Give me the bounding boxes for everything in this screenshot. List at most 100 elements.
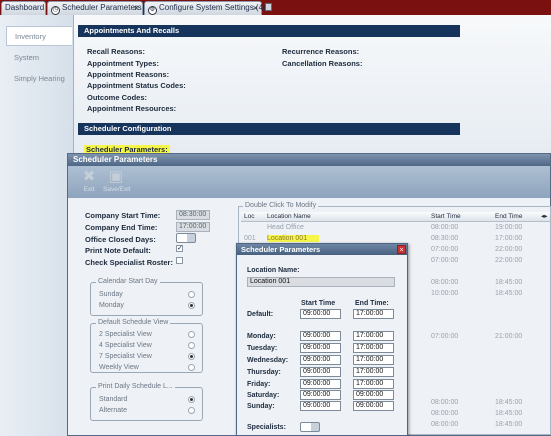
cell-start-time: 07:00:00 — [431, 333, 459, 340]
sidebar-item-label: Simply Hearing — [14, 74, 65, 83]
cell-location-name: Location 001 — [267, 235, 319, 242]
friday-start-input[interactable]: 09:00:00 — [300, 379, 341, 389]
monday-start-input[interactable]: 09:00:00 — [300, 331, 341, 341]
column-header-location-name[interactable]: Location Name — [267, 212, 311, 222]
appointment-status-codes-link[interactable]: Appointment Status Codes: — [87, 81, 186, 90]
sunday-radio[interactable] — [188, 291, 195, 298]
cell-end-time: 21:00:00 — [495, 333, 523, 340]
exit-icon: ✖ — [82, 168, 96, 185]
column-header-loc[interactable]: Loc — [244, 212, 254, 222]
check-roster-checkbox[interactable] — [176, 257, 183, 264]
default-label: Default: — [247, 311, 274, 318]
option-label: Standard — [99, 396, 128, 403]
toolbar: ✖ Exit ▣ Save/Exit — [68, 166, 550, 198]
monday-end-input[interactable]: 17:00:00 — [353, 331, 394, 341]
settings-panel: Appointments And Recalls Recall Reasons:… — [74, 15, 551, 155]
thursday-start-input[interactable]: 09:00:00 — [300, 367, 341, 377]
tab-scheduler-parameters[interactable]: ◷ Scheduler Parameters × — [47, 1, 143, 15]
group-title: Print Daily Schedule L... — [96, 383, 175, 390]
cell-end-time: 18:45:00 — [495, 421, 523, 428]
sunday-end-input[interactable]: 09:00:00 — [353, 401, 394, 411]
option-label: Alternate — [99, 407, 128, 414]
2-specialist-radio[interactable] — [188, 331, 195, 338]
recall-reasons-link[interactable]: Recall Reasons: — [87, 47, 145, 56]
thursday-end-input[interactable]: 17:00:00 — [353, 367, 394, 377]
4-specialist-radio[interactable] — [188, 342, 195, 349]
outcome-codes-link[interactable]: Outcome Codes: — [87, 93, 147, 102]
specialists-label: Specialists: — [247, 424, 286, 431]
schedule-view-group: Default Schedule View 2 Specialist View … — [90, 319, 203, 373]
window-title: Scheduler Parameters — [68, 154, 550, 166]
cell-start-time: 10:00:00 — [431, 290, 459, 297]
location-name-field[interactable]: Location 001 — [247, 277, 395, 287]
company-start-label: Company Start Time: — [85, 211, 161, 220]
day-label: Monday: — [247, 333, 276, 340]
scroll-right-icon[interactable]: ◂▸ — [541, 212, 548, 222]
saturday-end-input[interactable]: 09:00:00 — [353, 390, 394, 400]
section-header: Appointments And Recalls — [78, 25, 460, 37]
cancellation-reasons-link[interactable]: Cancellation Reasons: — [282, 59, 362, 68]
option-label: 2 Specialist View — [99, 331, 152, 338]
tab-bar: Dashboard ◷ Scheduler Parameters × ⚙ Config… — [0, 0, 551, 15]
print-note-checkbox[interactable]: ✓ — [176, 245, 183, 252]
weekly-view-radio[interactable] — [188, 364, 195, 371]
check-roster-label: Check Specialist Roster: — [85, 258, 173, 267]
tab-configure-system-settings[interactable]: ⚙ Configure System Settings (4) × — [144, 1, 266, 15]
sidebar-item-label: System — [14, 53, 40, 62]
clock-icon: ◷ — [51, 6, 60, 15]
exit-button[interactable]: ✖ Exit — [76, 168, 102, 196]
day-label: Saturday: — [247, 392, 280, 399]
column-header-start-time[interactable]: Start Time — [431, 212, 461, 222]
cell-start-time: 08:00:00 — [431, 224, 459, 231]
close-icon[interactable]: × — [253, 2, 258, 14]
sidebar-item-system[interactable]: System — [6, 48, 72, 68]
group-title: Calendar Start Day — [96, 278, 160, 285]
specialists-toggle[interactable] — [300, 422, 320, 432]
friday-end-input[interactable]: 17:00:00 — [353, 379, 394, 389]
default-end-input[interactable]: 17:00:00 — [353, 309, 394, 319]
office-closed-toggle[interactable] — [176, 233, 196, 243]
sunday-start-input[interactable]: 09:00:00 — [300, 401, 341, 411]
standard-radio[interactable] — [188, 396, 195, 403]
tuesday-start-input[interactable]: 09:00:00 — [300, 343, 341, 353]
location-name-label: Location Name: — [247, 267, 300, 274]
appointment-types-link[interactable]: Appointment Types: — [87, 59, 159, 68]
day-label: Sunday: — [247, 403, 275, 410]
wednesday-start-input[interactable]: 09:00:00 — [300, 355, 341, 365]
sidebar-item-inventory[interactable]: Inventory — [6, 26, 72, 46]
saturday-start-input[interactable]: 09:00:00 — [300, 390, 341, 400]
alternate-radio[interactable] — [188, 407, 195, 414]
save-icon: ▣ — [108, 168, 124, 185]
wednesday-end-input[interactable]: 17:00:00 — [353, 355, 394, 365]
close-icon[interactable]: × — [397, 245, 406, 254]
day-label: Tuesday: — [247, 345, 278, 352]
recurrence-reasons-link[interactable]: Recurrence Reasons: — [282, 47, 359, 56]
cell-end-time: 18:45:00 — [495, 410, 523, 417]
option-label: 7 Specialist View — [99, 353, 152, 360]
appointment-resources-link[interactable]: Appointment Resources: — [87, 104, 176, 113]
tab-label: Dashboard — [5, 3, 45, 12]
appointment-reasons-link[interactable]: Appointment Reasons: — [87, 70, 169, 79]
sidebar-item-simply-hearing[interactable]: Simply Hearing — [6, 69, 72, 89]
column-header-end-time[interactable]: End Time — [495, 212, 522, 222]
gear-icon: ⚙ — [148, 6, 157, 15]
cell-start-time: 08:30:00 — [431, 235, 459, 242]
menu-icon[interactable] — [265, 3, 272, 11]
option-label: Sunday — [99, 291, 123, 298]
cell-start-time: 08:00:00 — [431, 279, 459, 286]
tab-dashboard[interactable]: Dashboard — [1, 1, 46, 15]
save-exit-button[interactable]: ▣ Save/Exit — [103, 168, 131, 196]
group-title: Default Schedule View — [96, 319, 171, 326]
table-row[interactable]: Head Office 08:00:00 19:00:00 — [241, 224, 550, 234]
default-start-input[interactable]: 09:00:00 — [300, 309, 341, 319]
tab-label: Configure System Settings (4) — [159, 3, 266, 12]
close-icon[interactable]: × — [134, 2, 139, 14]
cell-end-time: 17:00:00 — [495, 235, 523, 242]
tuesday-end-input[interactable]: 17:00:00 — [353, 343, 394, 353]
monday-radio[interactable] — [188, 302, 195, 309]
tab-label: Scheduler Parameters — [62, 3, 142, 12]
calendar-start-group: Calendar Start Day Sunday Monday — [90, 278, 203, 316]
day-label: Friday: — [247, 381, 271, 388]
7-specialist-radio[interactable] — [188, 353, 195, 360]
save-exit-label: Save/Exit — [103, 186, 131, 193]
